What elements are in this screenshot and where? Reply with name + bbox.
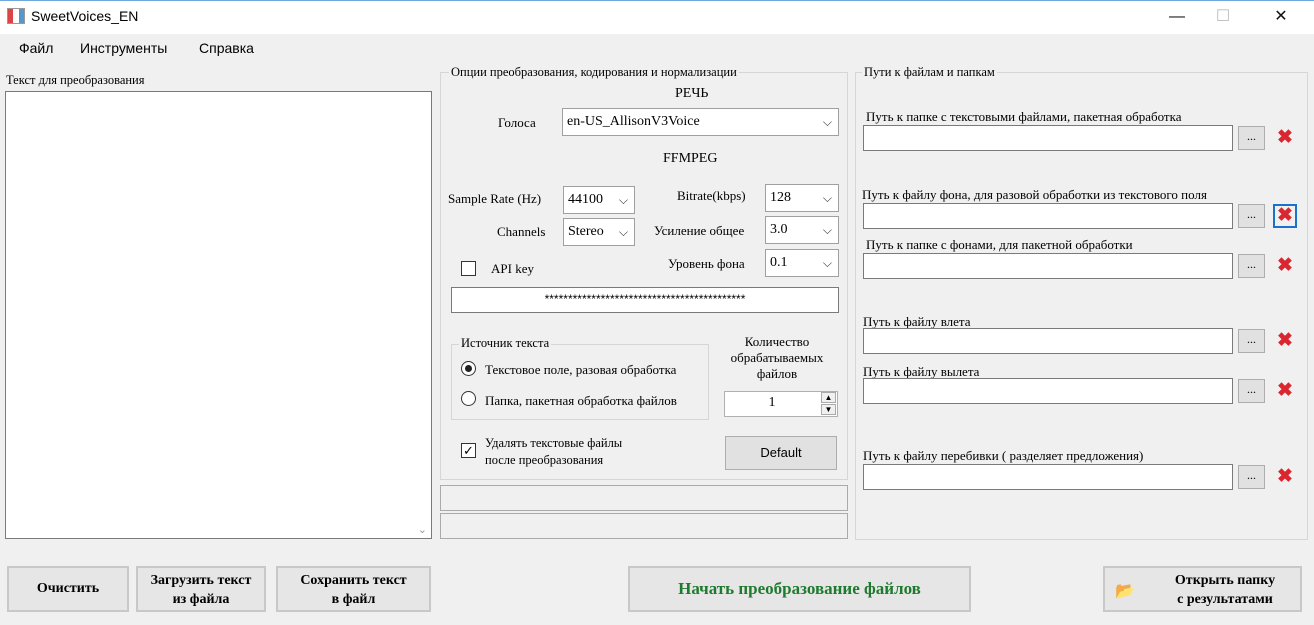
bitrate-label: Bitrate(kbps)	[677, 188, 746, 203]
open-results-folder-button[interactable]: 📂 Открыть папку с результатами	[1103, 566, 1302, 612]
speech-header: РЕЧЬ	[675, 86, 709, 101]
bitrate-select[interactable]: 128 ⌵	[765, 184, 839, 212]
api-key-label: API key	[491, 261, 534, 276]
path-input-intro[interactable]	[863, 328, 1233, 354]
path-label-bg-file: Путь к файлу фона, для разовой обработки…	[862, 187, 1207, 202]
chevron-down-icon: ⌵	[822, 223, 832, 237]
api-key-input[interactable]: ****************************************…	[451, 287, 839, 313]
clear-icon[interactable]: ✖	[1273, 126, 1297, 150]
menu-tools[interactable]: Инструменты	[80, 40, 167, 56]
bg-level-value: 0.1	[770, 255, 788, 270]
maximize-button[interactable]: ☐	[1200, 0, 1246, 33]
path-input-bg-file[interactable]	[863, 203, 1233, 229]
status-bar-1	[440, 485, 848, 511]
title-bar	[0, 0, 1314, 34]
count-label: Количество обрабатываемых файлов	[730, 334, 824, 381]
open-folder-line2: с результатами	[1177, 592, 1273, 607]
path-label-text-folder: Путь к папке с текстовыми файлами, пакет…	[866, 109, 1182, 124]
voices-label: Голоса	[498, 115, 536, 130]
options-group-label: Опции преобразования, кодирования и норм…	[449, 65, 739, 80]
gain-value: 3.0	[770, 222, 788, 237]
start-conversion-button[interactable]: Начать преобразование файлов	[628, 566, 971, 612]
spin-down-icon[interactable]: ▼	[821, 404, 836, 415]
app-icon	[7, 8, 25, 24]
gain-label: Усиление общее	[654, 223, 745, 238]
menu-bar	[0, 35, 1314, 63]
voice-value: en-US_AllisonV3Voice	[567, 114, 700, 129]
channels-label: Channels	[497, 224, 546, 239]
sample-rate-label: Sample Rate (Hz)	[448, 191, 542, 206]
source-text-radio[interactable]	[461, 361, 476, 376]
chevron-down-icon: ⌵	[822, 256, 832, 270]
text-input[interactable]: ⌄	[5, 91, 432, 539]
browse-button-text-folder[interactable]: ...	[1238, 126, 1265, 150]
browse-button-separator[interactable]: ...	[1238, 465, 1265, 489]
save-text-line1: Сохранить текст	[300, 573, 407, 588]
browse-button-bg-folder[interactable]: ...	[1238, 254, 1265, 278]
checkmark-icon: ✓	[463, 443, 474, 458]
menu-help[interactable]: Справка	[199, 40, 254, 56]
window-title: SweetVoices_EN	[31, 8, 139, 24]
open-folder-label: Открыть папку с результатами	[1155, 571, 1295, 609]
load-text-button[interactable]: Загрузить текст из файла	[136, 566, 266, 612]
channels-value: Stereo	[568, 224, 604, 239]
text-panel-label: Текст для преобразования	[6, 73, 145, 87]
count-spinner[interactable]: 1 ▲ ▼	[724, 391, 838, 417]
source-option1-label: Текстовое поле, разовая обработка	[485, 362, 677, 377]
clear-icon[interactable]: ✖	[1273, 379, 1297, 403]
path-input-outro[interactable]	[863, 378, 1233, 404]
voice-select[interactable]: en-US_AllisonV3Voice ⌵	[562, 108, 839, 136]
path-label-separator: Путь к файлу перебивки ( разделяет предл…	[863, 448, 1144, 463]
clear-icon[interactable]: ✖	[1273, 329, 1297, 353]
save-text-button[interactable]: Сохранить текст в файл	[276, 566, 431, 612]
sample-rate-select[interactable]: 44100 ⌵	[563, 186, 635, 214]
load-text-line2: из файла	[172, 592, 230, 607]
browse-button-intro[interactable]: ...	[1238, 329, 1265, 353]
folder-open-icon: 📂	[1115, 583, 1135, 600]
source-folder-radio[interactable]	[461, 391, 476, 406]
path-input-bg-folder[interactable]	[863, 253, 1233, 279]
default-button[interactable]: Default	[725, 436, 837, 470]
path-input-text-folder[interactable]	[863, 125, 1233, 151]
path-label-bg-folder: Путь к папке с фонами, для пакетной обра…	[866, 237, 1133, 252]
clear-icon[interactable]: ✖	[1273, 254, 1297, 278]
channels-select[interactable]: Stereo ⌵	[563, 218, 635, 246]
ffmpeg-header: FFMPEG	[663, 151, 718, 166]
minimize-button[interactable]: —	[1154, 0, 1200, 33]
scroll-down-icon[interactable]: ⌄	[418, 523, 427, 536]
menu-file[interactable]: Файл	[19, 40, 53, 56]
api-key-checkbox[interactable]	[461, 261, 476, 276]
chevron-down-icon: ⌵	[822, 191, 832, 205]
chevron-down-icon: ⌵	[618, 225, 628, 239]
load-text-line1: Загрузить текст	[150, 573, 252, 588]
source-group-label: Источник текста	[459, 336, 552, 351]
chevron-down-icon: ⌵	[822, 115, 832, 129]
save-text-line2: в файл	[331, 592, 376, 607]
clear-icon[interactable]: ✖	[1273, 204, 1297, 228]
bitrate-value: 128	[770, 190, 791, 205]
gain-select[interactable]: 3.0 ⌵	[765, 216, 839, 244]
browse-button-outro[interactable]: ...	[1238, 379, 1265, 403]
count-value: 1	[768, 395, 776, 410]
delete-files-checkbox[interactable]: ✓	[461, 443, 476, 458]
bg-level-label: Уровень фона	[668, 256, 745, 271]
status-bar-2	[440, 513, 848, 539]
clear-text-button[interactable]: Очистить	[7, 566, 129, 612]
sample-rate-value: 44100	[568, 192, 603, 207]
source-option2-label: Папка, пакетная обработка файлов	[485, 393, 677, 408]
open-folder-line1: Открыть папку	[1174, 573, 1276, 588]
path-input-separator[interactable]	[863, 464, 1233, 490]
clear-icon[interactable]: ✖	[1273, 465, 1297, 489]
chevron-down-icon: ⌵	[618, 193, 628, 207]
spin-up-icon[interactable]: ▲	[821, 392, 836, 403]
browse-button-bg-file[interactable]: ...	[1238, 204, 1265, 228]
close-button[interactable]: ✕	[1258, 0, 1304, 33]
delete-files-label: Удалять текстовые файлы после преобразов…	[485, 436, 623, 467]
bg-level-select[interactable]: 0.1 ⌵	[765, 249, 839, 277]
paths-group-label: Пути к файлам и папкам	[862, 65, 997, 80]
